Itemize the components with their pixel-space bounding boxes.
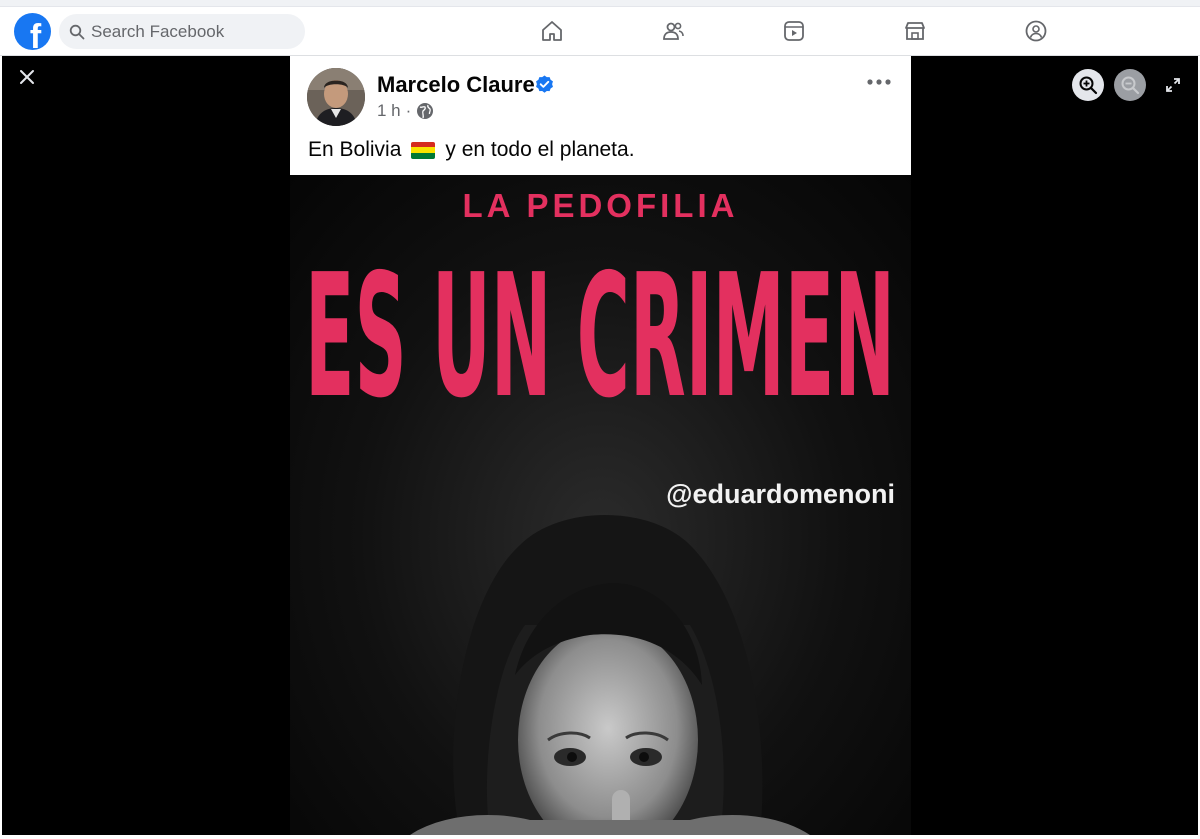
watch-icon[interactable] bbox=[780, 17, 808, 45]
post-timestamp[interactable]: 1 h bbox=[377, 101, 401, 121]
groups-icon[interactable] bbox=[1022, 17, 1050, 45]
caption-part-2: y en todo el planeta. bbox=[445, 138, 635, 161]
search-bar[interactable] bbox=[59, 14, 305, 49]
author-avatar[interactable] bbox=[307, 68, 365, 126]
zoom-out-icon bbox=[1121, 76, 1140, 95]
close-button[interactable] bbox=[14, 64, 40, 90]
facebook-logo-icon[interactable]: f bbox=[14, 13, 51, 50]
bolivia-flag-icon bbox=[411, 141, 436, 159]
photo-viewer: Marcelo Claure 1 h · En Bolivia y en tod… bbox=[2, 56, 1198, 835]
author-name[interactable]: Marcelo Claure bbox=[377, 72, 535, 98]
search-input[interactable] bbox=[91, 21, 291, 42]
post-image[interactable]: LA PEDOFILIA ES UN CRIMEN @eduardomenoni bbox=[290, 175, 911, 835]
post-caption: En Bolivia y en todo el planeta. bbox=[308, 138, 635, 162]
post-options-button[interactable] bbox=[864, 68, 894, 96]
image-handle-text: @eduardomenoni bbox=[666, 479, 895, 509]
post-header-card: Marcelo Claure 1 h · En Bolivia y en tod… bbox=[290, 56, 911, 175]
zoom-out-button[interactable] bbox=[1114, 69, 1146, 101]
close-icon bbox=[20, 70, 34, 84]
zoom-in-button[interactable] bbox=[1072, 69, 1104, 101]
image-headline: ES UN CRIMEN bbox=[305, 263, 895, 423]
friends-icon[interactable] bbox=[659, 17, 687, 45]
search-icon bbox=[69, 24, 85, 39]
app-window: f Search Facebook Marcelo Claure 1 h · E… bbox=[0, 0, 1200, 839]
home-icon[interactable] bbox=[538, 17, 566, 45]
top-navigation-bar: f bbox=[0, 7, 1200, 56]
caption-part-1: En Bolivia bbox=[308, 138, 402, 161]
fullscreen-button[interactable] bbox=[1162, 74, 1184, 96]
post-meta: 1 h · bbox=[377, 101, 434, 121]
image-kicker-text: LA PEDOFILIA bbox=[462, 187, 739, 224]
zoom-in-icon bbox=[1079, 76, 1098, 95]
meta-separator: · bbox=[405, 101, 412, 120]
svg-text:ES UN CRIMEN: ES UN CRIMEN bbox=[305, 263, 895, 423]
window-top-strip bbox=[0, 0, 1200, 7]
fullscreen-icon bbox=[1166, 78, 1180, 92]
marketplace-icon[interactable] bbox=[901, 17, 929, 45]
verified-badge-icon bbox=[536, 75, 553, 93]
globe-icon[interactable] bbox=[416, 102, 434, 120]
more-dots-icon bbox=[867, 79, 891, 85]
